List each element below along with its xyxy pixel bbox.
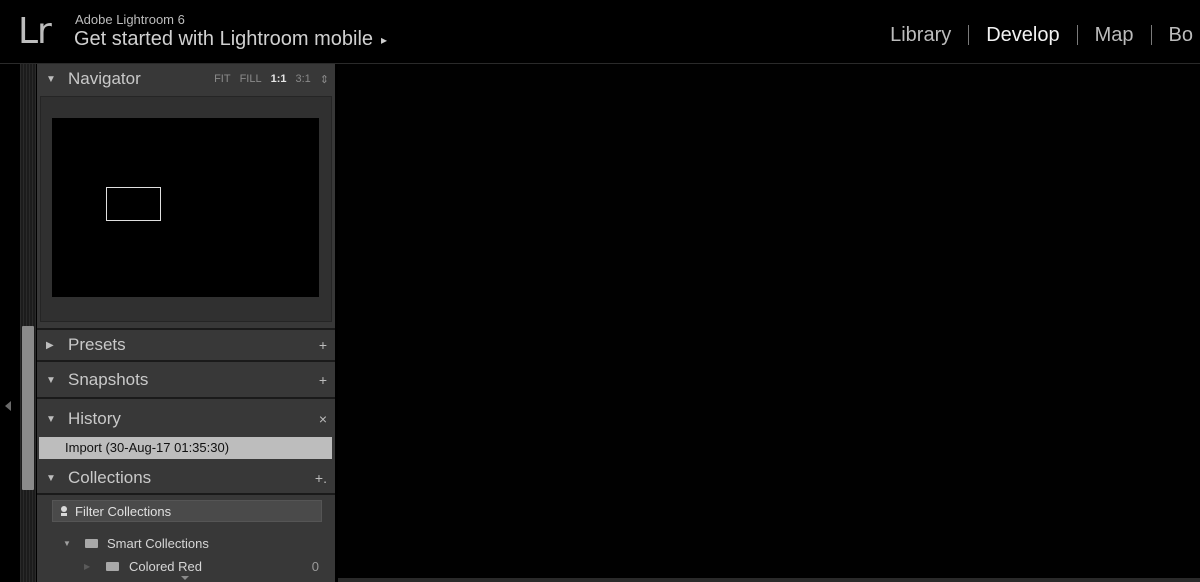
filter-collections-input[interactable]: Filter Collections xyxy=(52,500,322,522)
zoom-options: FIT FILL 1:1 3:1 ⇕ xyxy=(214,64,329,94)
zoom-fit[interactable]: FIT xyxy=(214,73,231,85)
left-panel-edge[interactable] xyxy=(0,64,20,582)
history-header[interactable]: ▼ History × xyxy=(37,404,335,434)
zoom-1-1[interactable]: 1:1 xyxy=(271,73,287,85)
panel-scrollbar[interactable] xyxy=(20,64,36,582)
mobile-promo-label: Get started with Lightroom mobile xyxy=(74,28,374,50)
expand-triangle-icon[interactable]: ▼ xyxy=(63,539,71,548)
expand-triangle-icon[interactable]: ▼ xyxy=(46,414,56,425)
lightroom-logo: Lr xyxy=(18,11,52,52)
navigator-viewport-box[interactable] xyxy=(106,187,161,221)
identity-bar: Lr Adobe Lightroom 6 Get started with Li… xyxy=(0,0,1200,63)
navigator-header[interactable]: ▼ Navigator FIT FILL 1:1 3:1 ⇕ xyxy=(37,64,335,94)
zoom-menu-icon[interactable]: ⇕ xyxy=(320,73,329,86)
collapse-left-arrow-icon[interactable] xyxy=(5,401,11,411)
panel-divider xyxy=(37,493,335,495)
panel-scrollbar-thumb[interactable] xyxy=(22,326,34,490)
zoom-3-1[interactable]: 3:1 xyxy=(295,73,310,85)
expand-triangle-icon[interactable]: ▼ xyxy=(46,473,56,484)
filter-collections-placeholder: Filter Collections xyxy=(75,503,172,519)
history-item[interactable]: Import (30-Aug-17 01:35:30) xyxy=(39,437,332,459)
app-name: Adobe Lightroom 6 xyxy=(75,12,185,27)
module-book[interactable]: Bo xyxy=(1152,23,1200,47)
add-snapshot-icon[interactable]: + xyxy=(319,372,327,388)
snapshots-title: Snapshots xyxy=(68,370,149,389)
panel-expand-arrow-icon[interactable] xyxy=(181,576,189,580)
left-panel: ▼ Navigator FIT FILL 1:1 3:1 ⇕ ▶ Presets… xyxy=(37,64,335,582)
navigator-title: Navigator xyxy=(68,69,141,88)
clear-history-icon[interactable]: × xyxy=(319,411,327,427)
add-collection-icon[interactable]: +. xyxy=(315,470,327,486)
presets-header[interactable]: ▶ Presets + xyxy=(37,330,335,360)
history-title: History xyxy=(68,409,121,428)
navigator-preview[interactable] xyxy=(52,118,319,297)
filmstrip-edge xyxy=(338,578,1200,582)
module-library[interactable]: Library xyxy=(873,23,968,47)
tree-item-colored-red[interactable]: ▶ Colored Red 0 xyxy=(37,556,335,576)
zoom-fill[interactable]: FILL xyxy=(240,73,262,85)
collapsed-triangle-icon[interactable]: ▶ xyxy=(46,340,54,351)
snapshots-header[interactable]: ▼ Snapshots + xyxy=(37,365,335,395)
collection-count: 0 xyxy=(311,558,319,574)
main-image-view[interactable] xyxy=(338,64,1200,578)
search-icon xyxy=(53,505,75,517)
module-map[interactable]: Map xyxy=(1078,23,1151,47)
tree-item-smart-collections[interactable]: ▼ Smart Collections xyxy=(37,533,335,553)
tree-item-label: Smart Collections xyxy=(107,535,209,551)
module-picker: Library Develop Map Bo xyxy=(873,23,1200,47)
expand-triangle-icon[interactable]: ▼ xyxy=(46,74,56,85)
play-arrow-icon: ▸ xyxy=(381,32,388,47)
presets-title: Presets xyxy=(68,335,126,354)
expand-triangle-icon[interactable]: ▼ xyxy=(46,375,56,386)
collections-title: Collections xyxy=(68,468,152,487)
collapsed-triangle-icon: ▶ xyxy=(84,561,91,571)
panel-divider xyxy=(37,360,335,362)
add-preset-icon[interactable]: + xyxy=(319,337,327,353)
collections-header[interactable]: ▼ Collections +. xyxy=(37,463,335,493)
tree-item-label: Colored Red xyxy=(129,558,202,574)
smart-collection-icon xyxy=(106,561,119,571)
folder-icon xyxy=(85,538,98,548)
mobile-promo-link[interactable]: Get started with Lightroom mobile ▸ xyxy=(74,28,387,51)
panel-divider xyxy=(37,397,335,399)
module-develop[interactable]: Develop xyxy=(969,23,1076,47)
